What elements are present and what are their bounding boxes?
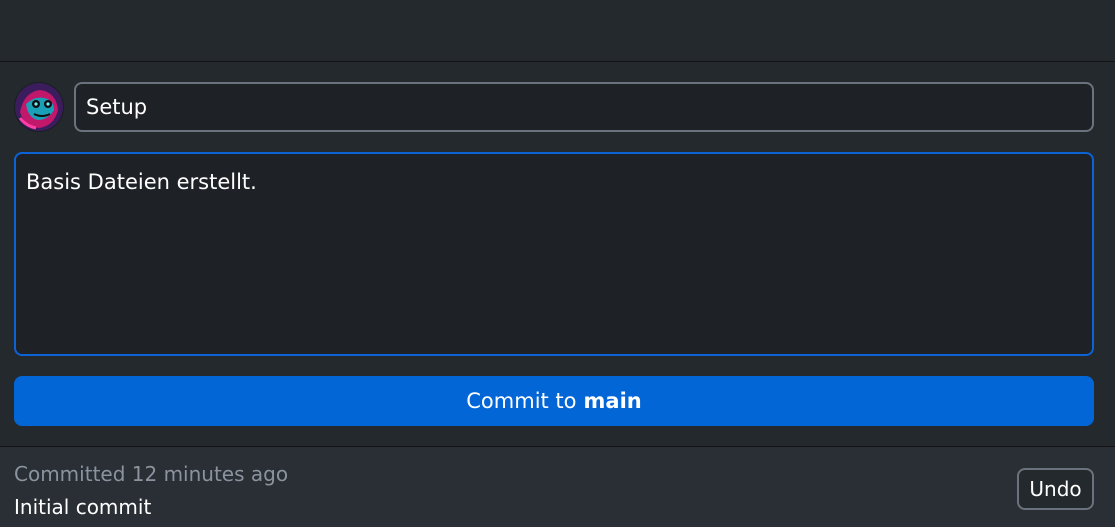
commit-summary-input[interactable] [74, 82, 1094, 132]
commit-description-textarea[interactable]: Basis Dateien erstellt. [14, 152, 1094, 356]
top-toolbar [0, 0, 1115, 62]
commit-time-text: Committed 12 minutes ago [14, 462, 289, 486]
last-commit-section: Committed 12 minutes ago Initial commit … [0, 447, 1115, 527]
commit-button[interactable]: Commit to main [14, 376, 1094, 426]
commit-panel: Basis Dateien erstellt. Commit to main [0, 62, 1115, 447]
undo-button[interactable]: Undo [1017, 468, 1094, 510]
commit-button-label: Commit to [466, 389, 577, 413]
last-commit-summary: Initial commit [14, 495, 152, 519]
avatar [14, 82, 64, 132]
commit-branch-name: main [583, 389, 642, 413]
avatar-image [14, 82, 64, 132]
